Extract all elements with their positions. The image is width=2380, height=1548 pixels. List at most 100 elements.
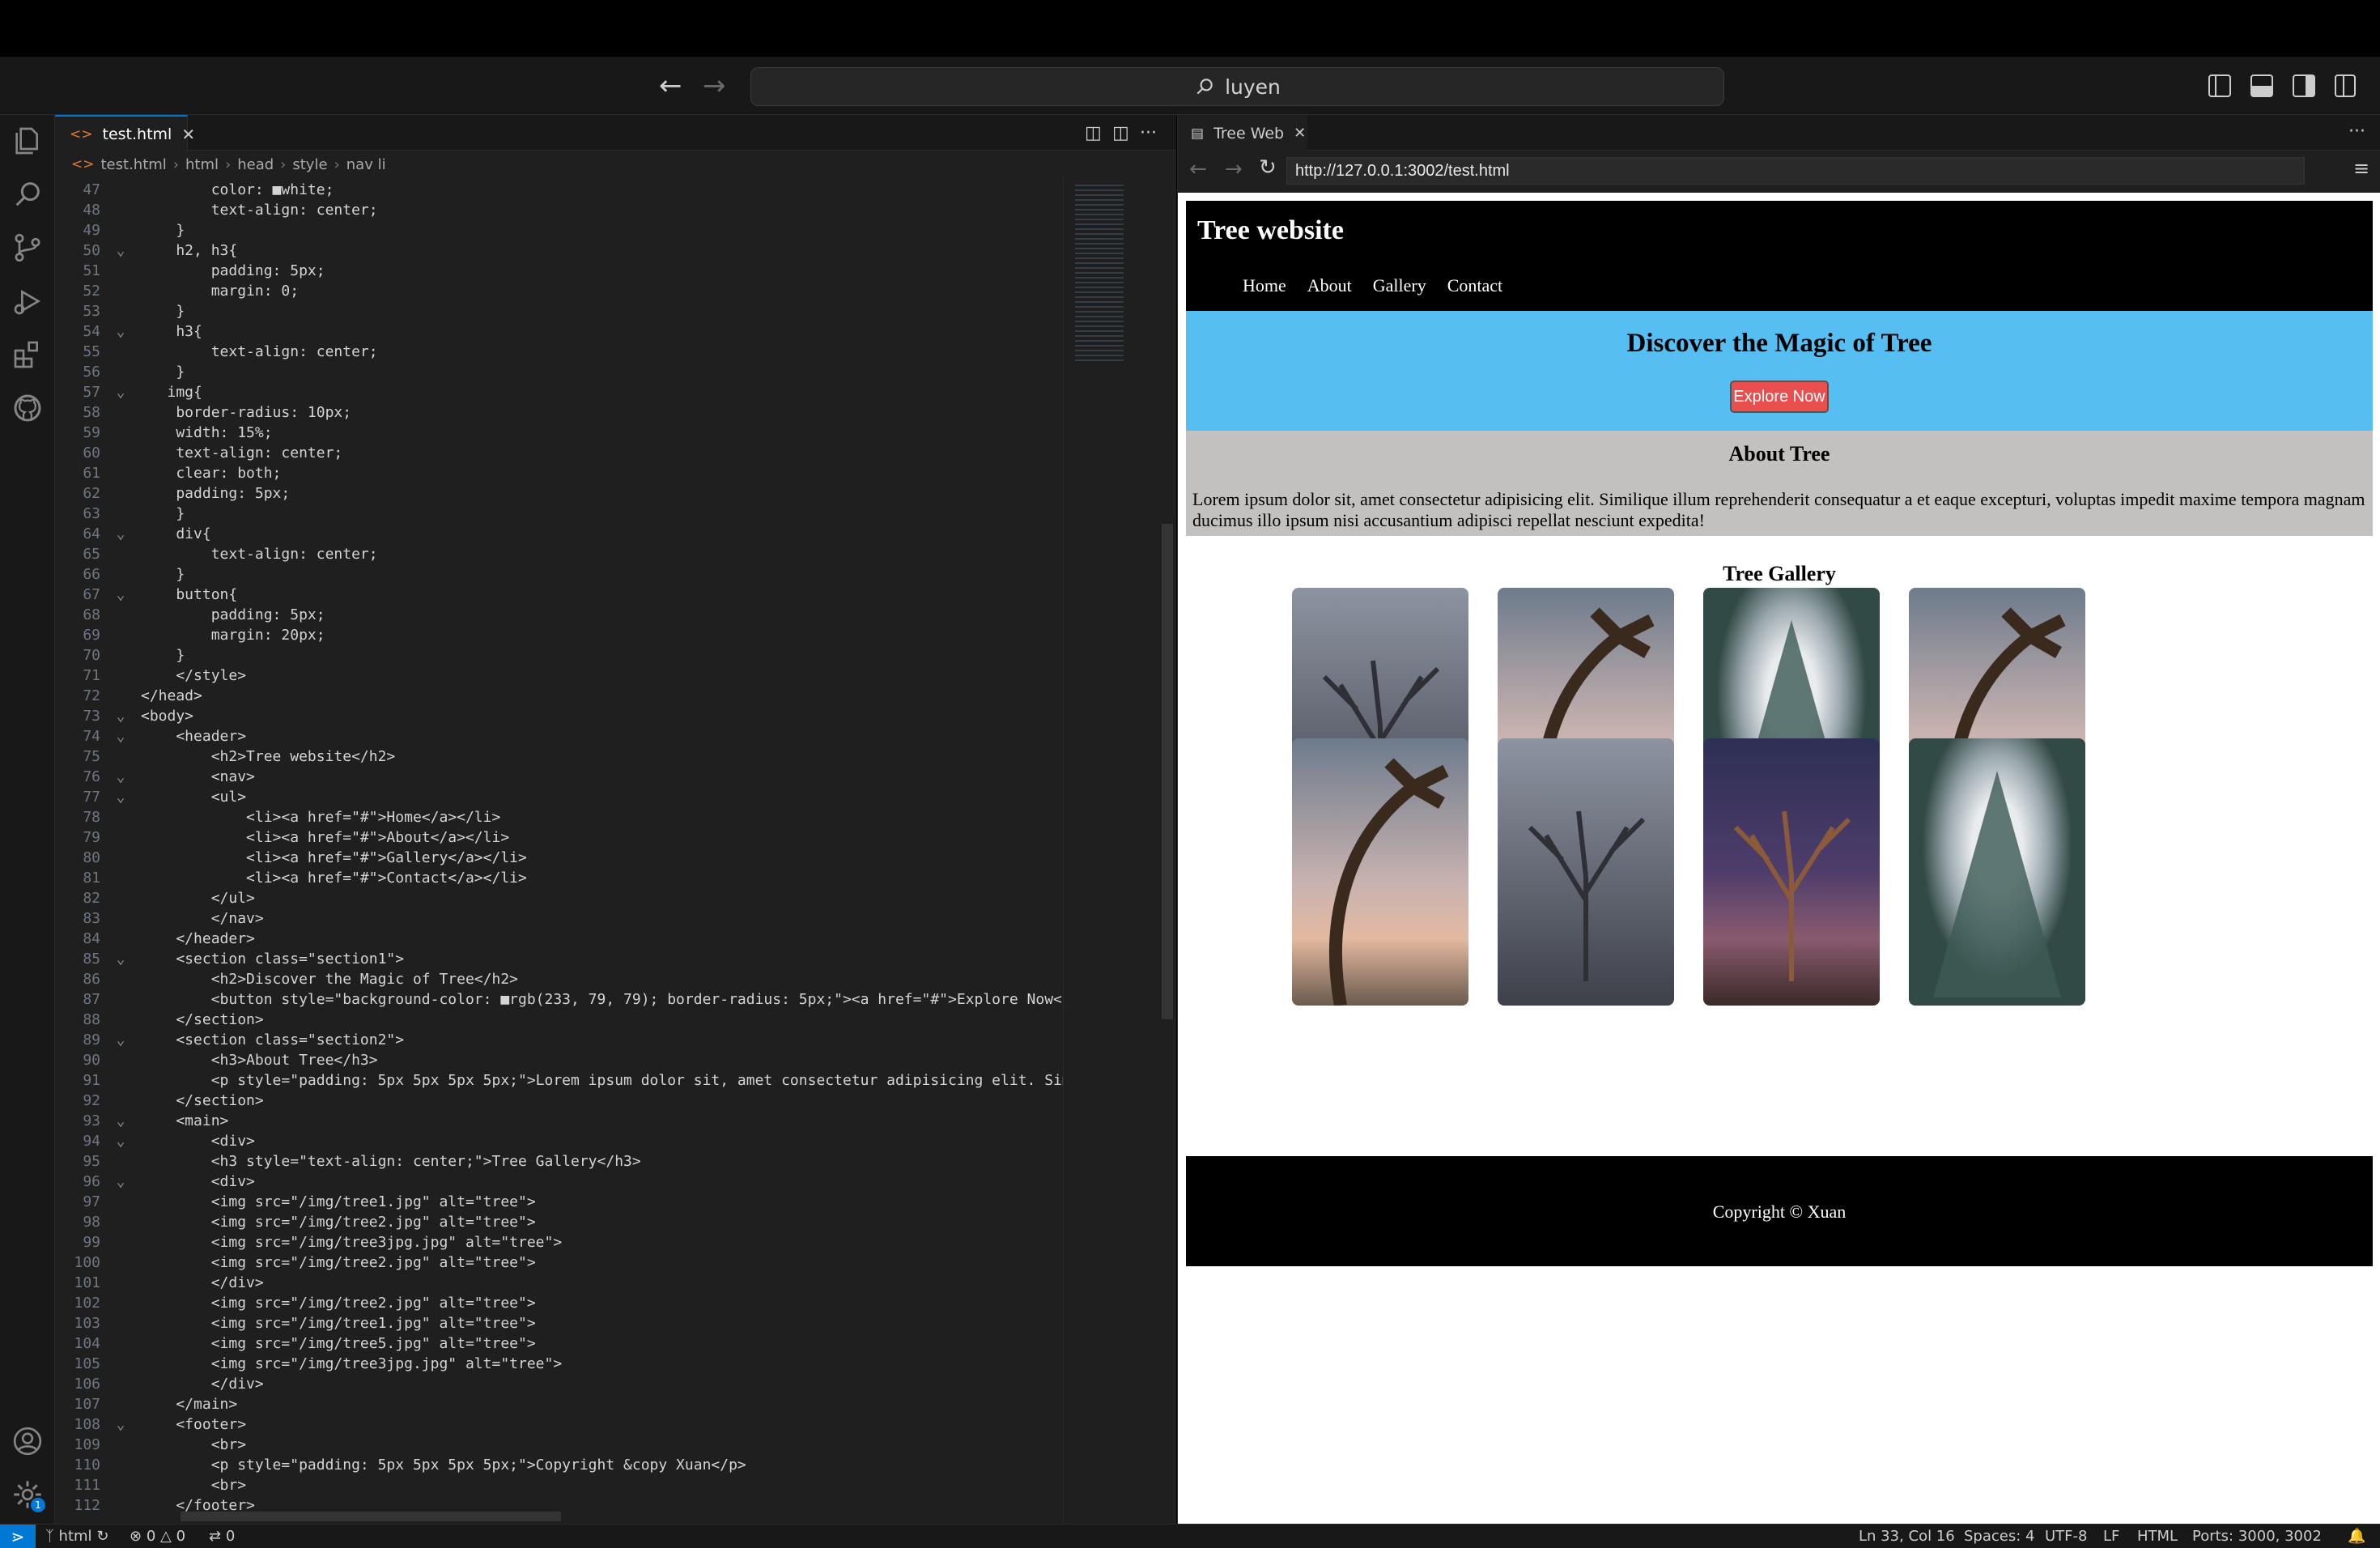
code-line[interactable]: 51 padding: 5px;: [55, 261, 325, 281]
nav-link-about[interactable]: About: [1307, 275, 1352, 296]
code-line[interactable]: 90 <h3>About Tree</h3>: [55, 1050, 377, 1070]
reload-icon[interactable]: ↻: [1259, 155, 1277, 180]
toggle-secondary-sidebar-icon[interactable]: [2293, 74, 2315, 97]
code-line[interactable]: 86 <h2>Discover the Magic of Tree</h2>: [55, 969, 518, 989]
code-line[interactable]: 98 <img src="/img/tree2.jpg" alt="tree">: [55, 1212, 535, 1232]
breadcrumb-item[interactable]: style: [292, 156, 327, 173]
breadcrumb-item[interactable]: html: [185, 156, 219, 173]
manage-gear-icon[interactable]: 1: [11, 1478, 45, 1512]
code-line[interactable]: 85 ⌄ <section class="section1">: [55, 949, 404, 969]
code-line[interactable]: 75 <h2>Tree website</h2>: [55, 746, 395, 767]
code-line[interactable]: 68 padding: 5px;: [55, 605, 325, 625]
breadcrumb-item[interactable]: nav li: [346, 156, 386, 173]
code-line[interactable]: 96 ⌄ <div>: [55, 1172, 255, 1192]
nav-link-contact[interactable]: Contact: [1447, 275, 1502, 296]
code-line[interactable]: 94 ⌄ <div>: [55, 1131, 255, 1151]
code-line[interactable]: 77 ⌄ <ul>: [55, 787, 246, 807]
code-line[interactable]: 71 </style>: [55, 666, 246, 686]
toggle-primary-sidebar-icon[interactable]: [2208, 74, 2231, 97]
code-line[interactable]: 49 }: [55, 220, 185, 240]
more-actions-icon[interactable]: ···: [2348, 121, 2365, 142]
cursor-position[interactable]: Ln 33, Col 16: [1859, 1528, 1955, 1545]
github-icon[interactable]: [11, 392, 44, 424]
language-mode[interactable]: HTML: [2137, 1528, 2178, 1545]
explore-now-button[interactable]: Explore Now: [1730, 381, 1829, 413]
forward-arrow-icon[interactable]: →: [1225, 157, 1243, 181]
vertical-scrollbar[interactable]: [1162, 524, 1173, 1019]
fold-chevron-icon[interactable]: ⌄: [100, 1172, 141, 1192]
accounts-icon[interactable]: [11, 1425, 44, 1457]
open-preview-icon[interactable]: ◫: [1085, 123, 1102, 143]
code-line[interactable]: 74 ⌄ <header>: [55, 726, 246, 746]
nav-link-home[interactable]: Home: [1243, 275, 1286, 296]
code-line[interactable]: 56 }: [55, 362, 185, 382]
code-line[interactable]: 55 text-align: center;: [55, 342, 377, 362]
code-line[interactable]: 76 ⌄ <nav>: [55, 767, 255, 787]
close-icon[interactable]: ✕: [1294, 125, 1306, 142]
command-center-search[interactable]: luyen: [750, 67, 1724, 106]
code-line[interactable]: 48 text-align: center;: [55, 200, 377, 220]
code-line[interactable]: 99 <img src="/img/tree3jpg.jpg" alt="tre…: [55, 1232, 562, 1252]
fold-chevron-icon[interactable]: ⌄: [100, 706, 141, 726]
code-line[interactable]: 59 width: 15%;: [55, 423, 272, 443]
fold-chevron-icon[interactable]: ⌄: [100, 1111, 141, 1131]
tab-test-html[interactable]: <> test.html ✕: [55, 115, 195, 151]
extensions-icon[interactable]: [11, 338, 44, 371]
fold-chevron-icon[interactable]: ⌄: [100, 726, 141, 746]
fold-chevron-icon[interactable]: ⌄: [100, 1131, 141, 1151]
code-line[interactable]: 104 <img src="/img/tree5.jpg" alt="tree"…: [55, 1333, 535, 1354]
code-line[interactable]: 105 <img src="/img/tree3jpg.jpg" alt="tr…: [55, 1354, 562, 1374]
more-actions-icon[interactable]: ···: [1140, 123, 1157, 143]
fold-chevron-icon[interactable]: ⌄: [100, 524, 141, 544]
close-icon[interactable]: ✕: [181, 125, 195, 144]
tab-tree-web[interactable]: ▤ Tree Web ✕: [1178, 115, 1307, 151]
code-line[interactable]: 92 </section>: [55, 1091, 263, 1111]
url-input[interactable]: http://127.0.0.1:3002/test.html: [1286, 157, 2305, 185]
breadcrumb-item[interactable]: head: [237, 156, 274, 173]
code-line[interactable]: 110 <p style="padding: 5px 5px 5px 5px;"…: [55, 1455, 746, 1475]
fold-chevron-icon[interactable]: ⌄: [100, 787, 141, 807]
code-editor[interactable]: 47 color: ■white; 48 text-align: center; 4…: [55, 180, 1063, 1524]
code-line[interactable]: 100 <img src="/img/tree2.jpg" alt="tree"…: [55, 1252, 535, 1273]
code-line[interactable]: 91 <p style="padding: 5px 5px 5px 5px;">…: [55, 1070, 1063, 1091]
code-line[interactable]: 93 ⌄ <main>: [55, 1111, 228, 1131]
code-line[interactable]: 87 <button style="background-color: ■rgb…: [55, 989, 1063, 1010]
minimap[interactable]: [1063, 178, 1160, 1524]
code-line[interactable]: 60 text-align: center;: [55, 443, 342, 463]
problems-status[interactable]: ⊗ 0 △ 0: [130, 1528, 185, 1545]
indentation-status[interactable]: Spaces: 4: [1964, 1528, 2034, 1545]
notifications-bell-icon[interactable]: 🔔: [2348, 1528, 2365, 1545]
toggle-panel-icon[interactable]: [2250, 74, 2273, 97]
code-line[interactable]: 50 ⌄ h2, h3{: [55, 240, 237, 261]
code-line[interactable]: 69 margin: 20px;: [55, 625, 325, 645]
encoding-status[interactable]: UTF-8: [2045, 1528, 2087, 1545]
fold-chevron-icon[interactable]: ⌄: [100, 382, 141, 402]
explorer-icon[interactable]: [11, 125, 44, 157]
fold-chevron-icon[interactable]: ⌄: [100, 949, 141, 969]
remote-indicator-icon[interactable]: ⋗: [0, 1525, 36, 1548]
nav-link-gallery[interactable]: Gallery: [1373, 275, 1426, 296]
split-editor-icon[interactable]: ◫: [1112, 123, 1129, 143]
fold-chevron-icon[interactable]: ⌄: [100, 240, 141, 261]
code-line[interactable]: 63 }: [55, 504, 185, 524]
fold-chevron-icon[interactable]: ⌄: [100, 767, 141, 787]
code-line[interactable]: 65 text-align: center;: [55, 544, 377, 564]
code-line[interactable]: 47 color: ■white;: [55, 180, 334, 200]
eol-status[interactable]: LF: [2103, 1528, 2119, 1545]
menu-icon[interactable]: ≡: [2353, 157, 2369, 180]
code-line[interactable]: 70 }: [55, 645, 185, 666]
run-debug-icon[interactable]: [11, 285, 44, 317]
forwarded-ports-status[interactable]: Ports: 3000, 3002: [2192, 1528, 2322, 1545]
code-line[interactable]: 61 clear: both;: [55, 463, 281, 483]
code-line[interactable]: 54 ⌄ h3{: [55, 321, 202, 342]
code-line[interactable]: 82 </ul>: [55, 888, 255, 908]
code-line[interactable]: 62 padding: 5px;: [55, 483, 290, 504]
code-line[interactable]: 102 <img src="/img/tree2.jpg" alt="tree"…: [55, 1293, 535, 1313]
forward-arrow-icon[interactable]: →: [703, 70, 726, 102]
code-line[interactable]: 81 <li><a href="#">Contact</a></li>: [55, 868, 527, 888]
code-line[interactable]: 79 <li><a href="#">About</a></li>: [55, 827, 509, 848]
code-line[interactable]: 53 }: [55, 301, 185, 321]
customize-layout-icon[interactable]: [2335, 74, 2356, 97]
code-line[interactable]: 88 </section>: [55, 1010, 263, 1030]
fold-chevron-icon[interactable]: ⌄: [100, 585, 141, 605]
